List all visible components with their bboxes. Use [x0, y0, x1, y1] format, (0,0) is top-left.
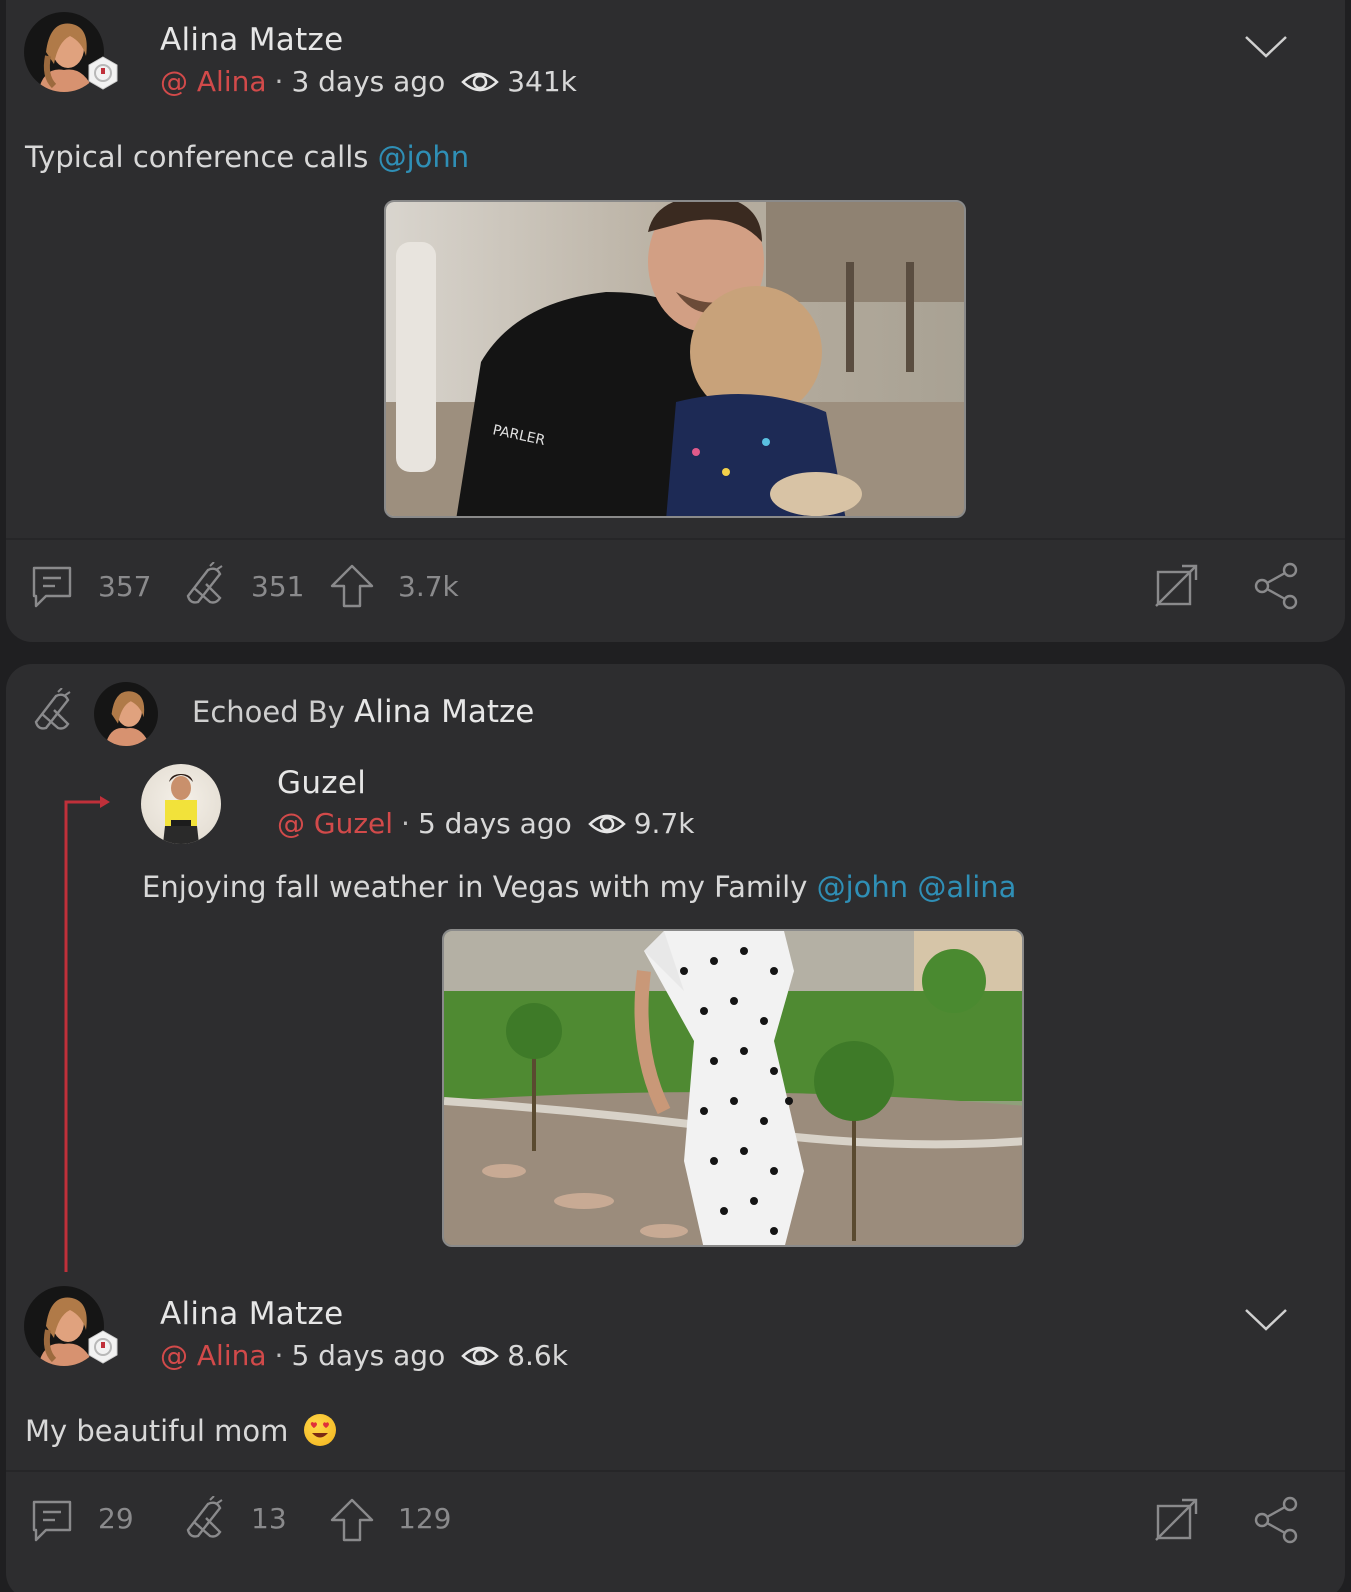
- caption-text: Enjoying fall weather in Vegas with my F…: [142, 870, 817, 904]
- original-post-time: 5 days ago: [417, 807, 572, 840]
- view-count: 341k: [507, 65, 577, 98]
- comment-icon[interactable]: [28, 562, 76, 610]
- post-meta: @ Alina · 3 days ago 341k: [160, 65, 577, 98]
- upvote-count: 3.7k: [398, 570, 459, 603]
- original-view-count: 9.7k: [633, 807, 695, 840]
- eye-icon: [461, 72, 500, 91]
- echo-label-text: Echoed By: [192, 695, 355, 729]
- action-bar: 357 351 3.7k: [6, 558, 1345, 618]
- caption-text: Typical conference calls: [25, 140, 378, 174]
- action-bar: 29 13 129: [6, 1492, 1345, 1552]
- echo-icon[interactable]: [180, 1496, 228, 1544]
- view-count: 8.6k: [507, 1339, 568, 1372]
- original-post-meta: @ Guzel · 5 days ago 9.7k: [277, 807, 695, 840]
- verified-badge-icon: [88, 1330, 118, 1364]
- post-card: Alina Matze @ Alina · 3 days ago 341k Ty…: [6, 0, 1345, 642]
- original-author-name[interactable]: Guzel: [277, 765, 366, 801]
- echo-label: Echoed By Alina Matze: [192, 694, 534, 730]
- share-icon[interactable]: [1252, 1496, 1300, 1544]
- author-handle[interactable]: @ Alina: [160, 65, 267, 98]
- post-image[interactable]: PARLER: [384, 200, 966, 518]
- mention-link[interactable]: @john: [378, 140, 470, 174]
- echo-count: 351: [251, 570, 305, 603]
- expand-icon[interactable]: [1152, 1496, 1200, 1544]
- original-author-avatar[interactable]: [141, 764, 221, 844]
- action-divider: [6, 538, 1345, 540]
- echo-count: 13: [251, 1502, 287, 1535]
- verified-badge-icon: [88, 56, 118, 90]
- upvote-icon[interactable]: [328, 1496, 376, 1544]
- comment-count: 357: [98, 570, 152, 603]
- post-time: 5 days ago: [291, 1339, 446, 1372]
- author-handle[interactable]: @ Alina: [160, 1339, 267, 1372]
- heart-eyes-emoji: [303, 1414, 336, 1446]
- thread-line: [64, 796, 110, 1272]
- expand-icon[interactable]: [1152, 562, 1200, 610]
- echo-icon[interactable]: [180, 562, 228, 610]
- caption-text: My beautiful mom: [25, 1414, 298, 1448]
- author-name[interactable]: Alina Matze: [160, 22, 343, 58]
- upvote-count: 129: [398, 1502, 452, 1535]
- post-caption: Typical conference calls @john: [25, 140, 469, 174]
- comment-count: 29: [98, 1502, 134, 1535]
- echoer-name[interactable]: Alina Matze: [354, 694, 534, 730]
- eye-icon: [587, 814, 626, 833]
- post-time: 3 days ago: [291, 65, 446, 98]
- post-caption: My beautiful mom: [25, 1414, 336, 1449]
- chevron-down-icon[interactable]: [1244, 34, 1288, 60]
- echo-post-card: Echoed By Alina Matze Guzel @ Guzel · 5 …: [6, 664, 1345, 1592]
- echo-icon: [34, 688, 71, 730]
- echoer-avatar[interactable]: [94, 682, 158, 746]
- comment-icon[interactable]: [28, 1496, 76, 1544]
- author-name[interactable]: Alina Matze: [160, 1296, 343, 1332]
- post-meta: @ Alina · 5 days ago 8.6k: [160, 1339, 568, 1372]
- chevron-down-icon[interactable]: [1244, 1307, 1288, 1333]
- upvote-icon[interactable]: [328, 562, 376, 610]
- mention-link[interactable]: @john @alina: [817, 870, 1017, 904]
- share-icon[interactable]: [1252, 562, 1300, 610]
- action-divider: [6, 1470, 1345, 1472]
- original-author-handle[interactable]: @ Guzel: [277, 807, 393, 840]
- original-post-image[interactable]: [442, 929, 1024, 1247]
- original-post-caption: Enjoying fall weather in Vegas with my F…: [142, 870, 1016, 904]
- eye-icon: [461, 1346, 500, 1365]
